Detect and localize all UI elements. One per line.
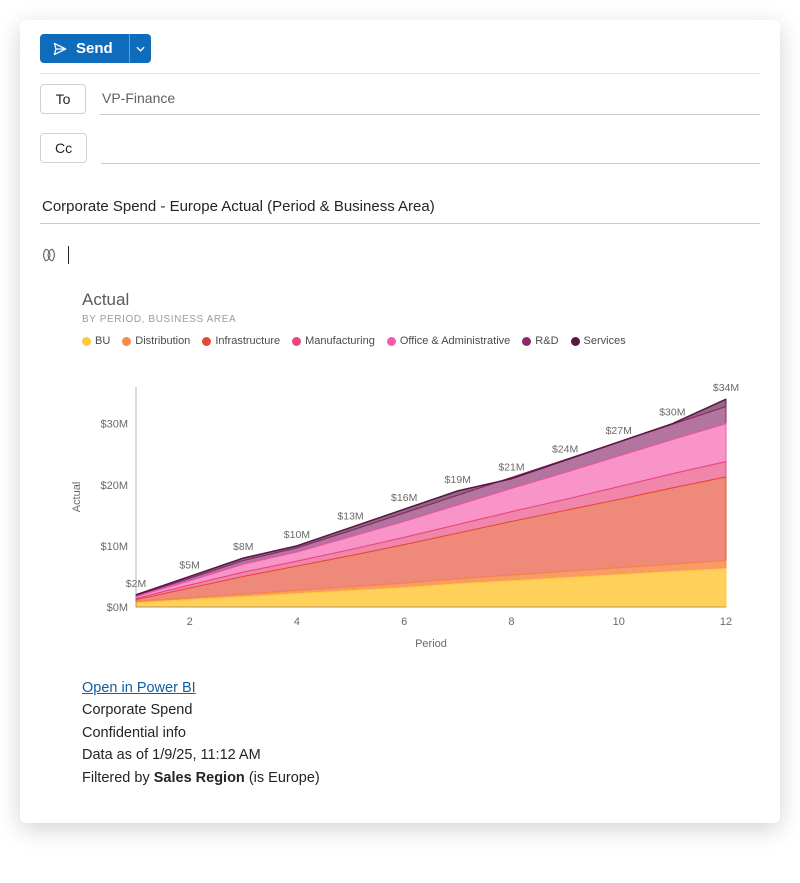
open-in-power-bi-link[interactable]: Open in Power BI bbox=[82, 680, 196, 696]
legend-item[interactable]: BU bbox=[82, 335, 110, 347]
message-body[interactable]: Actual BY PERIOD, BUSINESS AREA BU Distri… bbox=[40, 246, 760, 793]
legend-color-dot bbox=[202, 337, 211, 346]
copilot-row bbox=[40, 246, 760, 264]
cc-field[interactable] bbox=[101, 131, 760, 164]
send-options-button[interactable] bbox=[129, 34, 151, 63]
copilot-icon[interactable] bbox=[40, 246, 58, 264]
data-asof-label: Data as of 1/9/25, 11:12 AM bbox=[82, 747, 261, 763]
legend-item[interactable]: Office & Administrative bbox=[387, 335, 510, 347]
chevron-down-icon bbox=[136, 44, 145, 54]
legend-item-label: BU bbox=[95, 335, 110, 347]
svg-text:$24M: $24M bbox=[552, 443, 578, 455]
legend-color-dot bbox=[387, 337, 396, 346]
legend-item-label: Infrastructure bbox=[215, 335, 280, 347]
svg-text:$34M: $34M bbox=[713, 382, 739, 394]
chart-footer: Open in Power BI Corporate Spend Confide… bbox=[82, 677, 754, 789]
legend-item-label: Office & Administrative bbox=[400, 335, 510, 347]
legend-item[interactable]: R&D bbox=[522, 335, 558, 347]
svg-text:$0M: $0M bbox=[107, 602, 128, 614]
email-compose-window: Send To Cc Actual BY PERIOD, BUSINESS AR… bbox=[20, 20, 780, 823]
legend-item[interactable]: Infrastructure bbox=[202, 335, 280, 347]
svg-text:$20M: $20M bbox=[100, 480, 128, 492]
svg-text:$5M: $5M bbox=[179, 559, 199, 571]
svg-text:$30M: $30M bbox=[100, 419, 128, 431]
to-row: To bbox=[40, 74, 760, 123]
legend-color-dot bbox=[82, 337, 91, 346]
send-button[interactable]: Send bbox=[40, 34, 129, 63]
svg-text:$13M: $13M bbox=[337, 511, 363, 523]
svg-text:4: 4 bbox=[294, 616, 300, 628]
cc-picker-button[interactable]: Cc bbox=[40, 133, 87, 163]
cc-row: Cc bbox=[40, 123, 760, 172]
subject-field[interactable] bbox=[40, 190, 760, 224]
svg-text:2: 2 bbox=[187, 616, 193, 628]
svg-text:Period: Period bbox=[415, 638, 447, 650]
legend-item[interactable]: Manufacturing bbox=[292, 335, 375, 347]
legend-color-dot bbox=[522, 337, 531, 346]
svg-text:$2M: $2M bbox=[126, 578, 146, 590]
embedded-chart-card: Actual BY PERIOD, BUSINESS AREA BU Distri… bbox=[40, 282, 760, 793]
legend-color-dot bbox=[292, 337, 301, 346]
chart-subtitle: BY PERIOD, BUSINESS AREA bbox=[82, 314, 754, 325]
chart-title: Actual bbox=[82, 290, 754, 310]
svg-text:10: 10 bbox=[613, 616, 625, 628]
filter-label: Filtered by Sales Region (is Europe) bbox=[82, 770, 320, 786]
send-icon bbox=[52, 41, 68, 57]
svg-text:$21M: $21M bbox=[498, 462, 524, 474]
legend-item[interactable]: Services bbox=[571, 335, 626, 347]
svg-text:12: 12 bbox=[720, 616, 732, 628]
confidential-label: Confidential info bbox=[82, 725, 186, 741]
svg-text:$27M: $27M bbox=[606, 425, 632, 437]
svg-text:8: 8 bbox=[508, 616, 514, 628]
svg-text:$8M: $8M bbox=[233, 541, 253, 553]
legend-color-dot bbox=[122, 337, 131, 346]
svg-text:6: 6 bbox=[401, 616, 407, 628]
legend-item[interactable]: Distribution bbox=[122, 335, 190, 347]
chart-plot-area: Actual $0M $10M $20M $30M 2 4 6 8 10 12 Period $2M $5… bbox=[66, 357, 746, 657]
to-picker-button[interactable]: To bbox=[40, 84, 86, 114]
svg-text:$10M: $10M bbox=[284, 529, 310, 541]
legend-item-label: Distribution bbox=[135, 335, 190, 347]
report-name-label: Corporate Spend bbox=[82, 702, 192, 718]
svg-text:$10M: $10M bbox=[100, 541, 128, 553]
legend-item-label: R&D bbox=[535, 335, 558, 347]
svg-text:Actual: Actual bbox=[71, 482, 83, 513]
area-chart-svg: Actual $0M $10M $20M $30M 2 4 6 8 10 12 Period $2M $5… bbox=[66, 357, 746, 657]
text-cursor bbox=[68, 246, 69, 264]
compose-toolbar: Send bbox=[40, 34, 760, 74]
svg-text:$16M: $16M bbox=[391, 492, 417, 504]
to-field[interactable] bbox=[100, 82, 760, 115]
send-button-label: Send bbox=[76, 40, 113, 57]
svg-text:$19M: $19M bbox=[445, 474, 471, 486]
legend-item-label: Services bbox=[584, 335, 626, 347]
legend-color-dot bbox=[571, 337, 580, 346]
legend-item-label: Manufacturing bbox=[305, 335, 375, 347]
svg-text:$30M: $30M bbox=[659, 407, 685, 419]
chart-legend: BU Distribution Infrastructure Manufacturin… bbox=[82, 335, 754, 347]
